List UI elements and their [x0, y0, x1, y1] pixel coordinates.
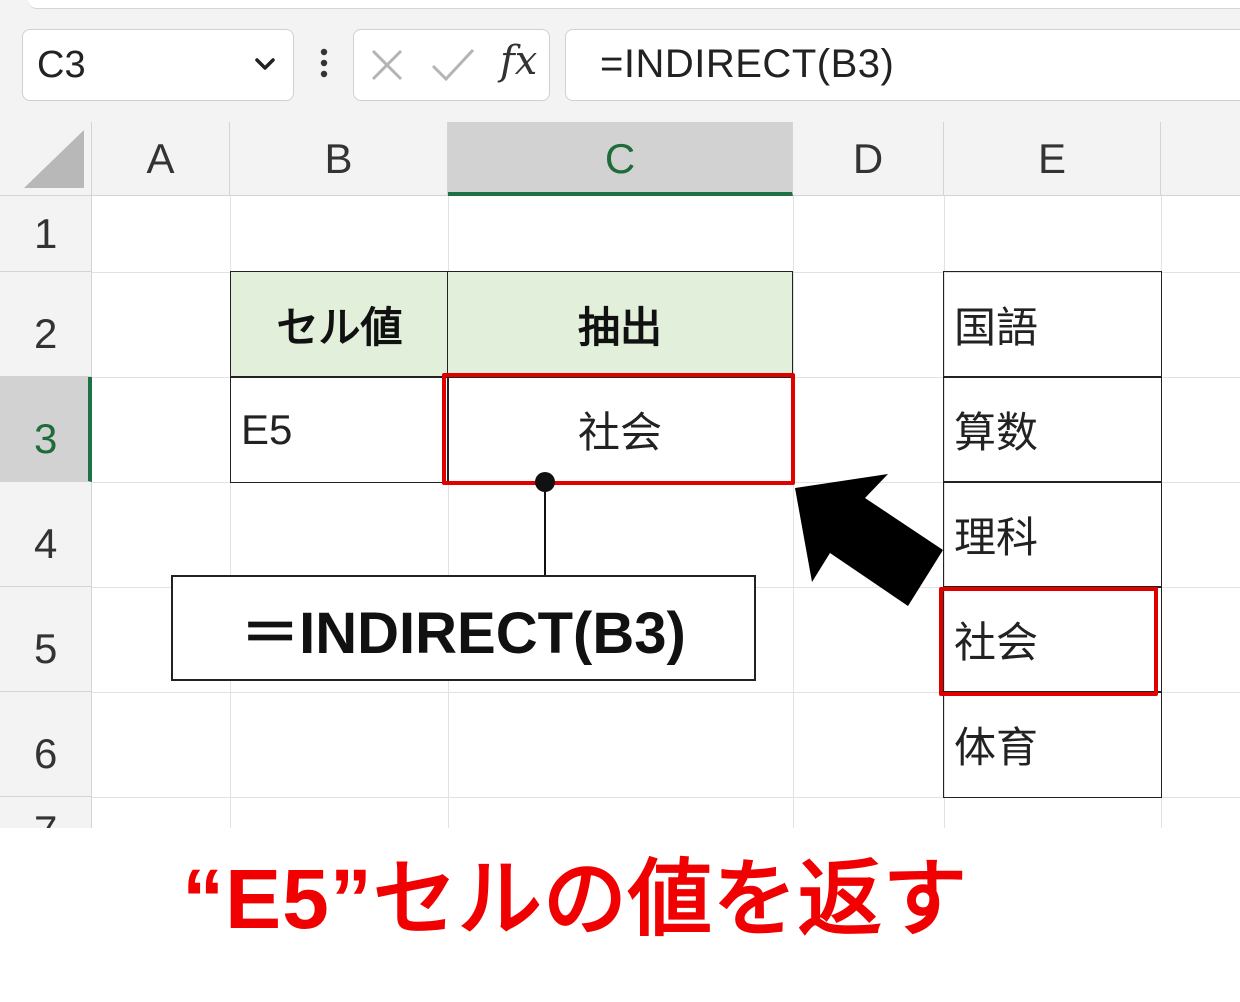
formula-callout: ＝INDIRECT(B3)	[171, 575, 756, 681]
caption-text: “E5”セルの値を返す	[182, 852, 968, 946]
arrow-icon	[795, 474, 943, 606]
